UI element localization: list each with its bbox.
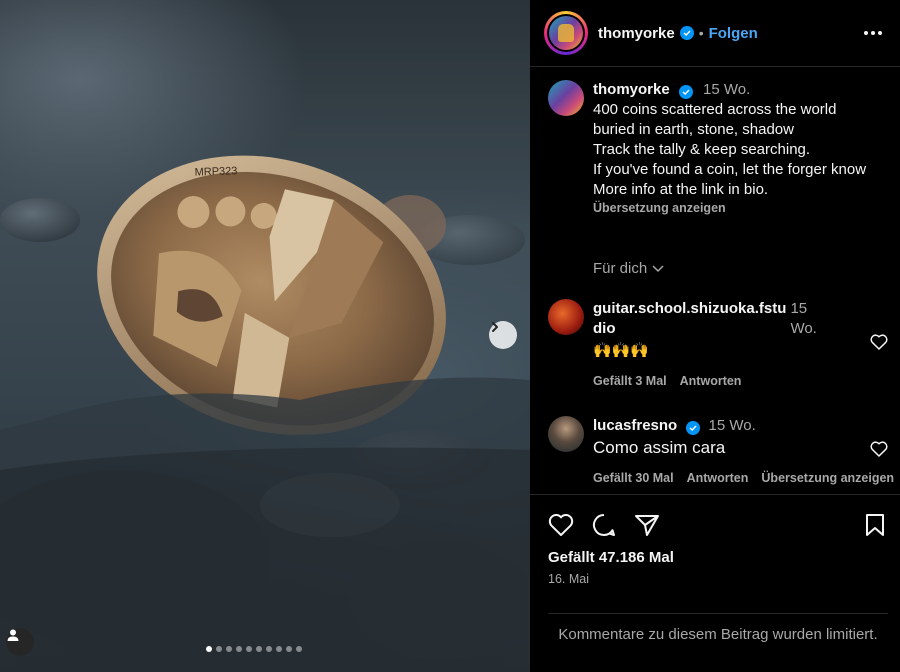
- follow-button[interactable]: Folgen: [709, 25, 758, 42]
- comment-item: guitar.school.shizuoka.fstudio 15 Wo. 🙌🙌…: [548, 299, 818, 391]
- post-date[interactable]: 16. Mai: [548, 572, 589, 586]
- comment-avatar[interactable]: [548, 299, 584, 335]
- bookmark-icon[interactable]: [864, 513, 886, 537]
- comments-limited-notice: Kommentare zu diesem Beitrag wurden limi…: [548, 613, 888, 645]
- reply-button[interactable]: Antworten: [680, 371, 742, 391]
- avatar[interactable]: [544, 11, 588, 55]
- carousel-dot: [246, 646, 252, 652]
- chevron-right-icon: [492, 322, 498, 332]
- carousel-dot: [226, 646, 232, 652]
- carousel-dot: [236, 646, 242, 652]
- verified-badge-icon: [679, 26, 694, 40]
- comment-item: lucasfresno 15 Wo. Como assim cara Gefäl…: [548, 416, 900, 488]
- for-you-dropdown[interactable]: Für dich: [593, 260, 664, 277]
- caption-username[interactable]: thomyorke: [593, 81, 670, 98]
- comment-username[interactable]: guitar.school.shizuoka.fstudio: [593, 299, 790, 339]
- carousel-dots: [206, 646, 302, 652]
- comment-icon[interactable]: [591, 513, 617, 537]
- comment-likes[interactable]: Gefällt 30 Mal: [593, 468, 674, 488]
- header-username[interactable]: thomyorke: [598, 25, 675, 42]
- caption-line: buried in earth, stone, shadow: [593, 121, 794, 138]
- like-heart-icon[interactable]: [548, 513, 574, 537]
- carousel-dot: [286, 646, 292, 652]
- carousel-dot: [256, 646, 262, 652]
- caption: thomyorke 15 Wo. 400 coins scattered acr…: [548, 80, 878, 216]
- carousel-dot: [216, 646, 222, 652]
- likes-count[interactable]: Gefällt 47.186 Mal: [548, 549, 674, 566]
- carousel-dot: [266, 646, 272, 652]
- share-icon[interactable]: [634, 513, 660, 537]
- post-header: thomyorke • Folgen: [530, 0, 900, 67]
- post-actions: Gefällt 47.186 Mal 16. Mai Kommentare zu…: [530, 494, 900, 672]
- caption-line: 400 coins scattered across the world: [593, 101, 837, 118]
- caption-line: Track the tally & keep searching.: [593, 141, 811, 158]
- carousel-next-button[interactable]: [489, 321, 517, 349]
- post-image[interactable]: MRP323: [0, 0, 530, 672]
- comment-age: 15 Wo.: [790, 300, 817, 337]
- chevron-down-icon: [652, 264, 664, 272]
- carousel-dot: [296, 646, 302, 652]
- comment-likes[interactable]: Gefällt 3 Mal: [593, 371, 667, 391]
- comment-text: Como assim cara: [593, 438, 726, 457]
- comment-age: 15 Wo.: [708, 417, 756, 434]
- caption-line: If you've found a coin, let the forger k…: [593, 161, 867, 178]
- caption-age: 15 Wo.: [703, 81, 751, 98]
- heart-icon[interactable]: [870, 441, 888, 457]
- comment-username[interactable]: lucasfresno: [593, 417, 677, 434]
- reply-button[interactable]: Antworten: [687, 468, 749, 488]
- caption-avatar[interactable]: [548, 80, 584, 116]
- for-you-label: Für dich: [593, 260, 648, 277]
- coin-photo: MRP323: [0, 155, 530, 672]
- verified-badge-icon: [686, 421, 701, 435]
- carousel-dot: [276, 646, 282, 652]
- caption-line: More info at the link in bio.: [593, 181, 769, 198]
- comment-text: 🙌🙌🙌: [593, 342, 650, 359]
- post-panel: thomyorke • Folgen thomyorke 15 Wo. 400 …: [530, 0, 900, 672]
- user-icon: [7, 629, 19, 641]
- comment-avatar[interactable]: [548, 416, 584, 452]
- separator: •: [698, 25, 704, 41]
- avatar-image: [549, 16, 583, 50]
- svg-text:MRP323: MRP323: [194, 165, 237, 178]
- comments-list[interactable]: thomyorke 15 Wo. 400 coins scattered acr…: [530, 67, 900, 494]
- heart-icon[interactable]: [870, 334, 888, 350]
- comment-translate-link[interactable]: Übersetzung anzeigen: [761, 468, 894, 488]
- caption-translate-link[interactable]: Übersetzung anzeigen: [593, 200, 878, 216]
- more-options-icon[interactable]: [860, 27, 886, 39]
- carousel-dot: [206, 646, 212, 652]
- verified-badge-icon: [678, 85, 693, 99]
- tagged-users-button[interactable]: [6, 628, 34, 656]
